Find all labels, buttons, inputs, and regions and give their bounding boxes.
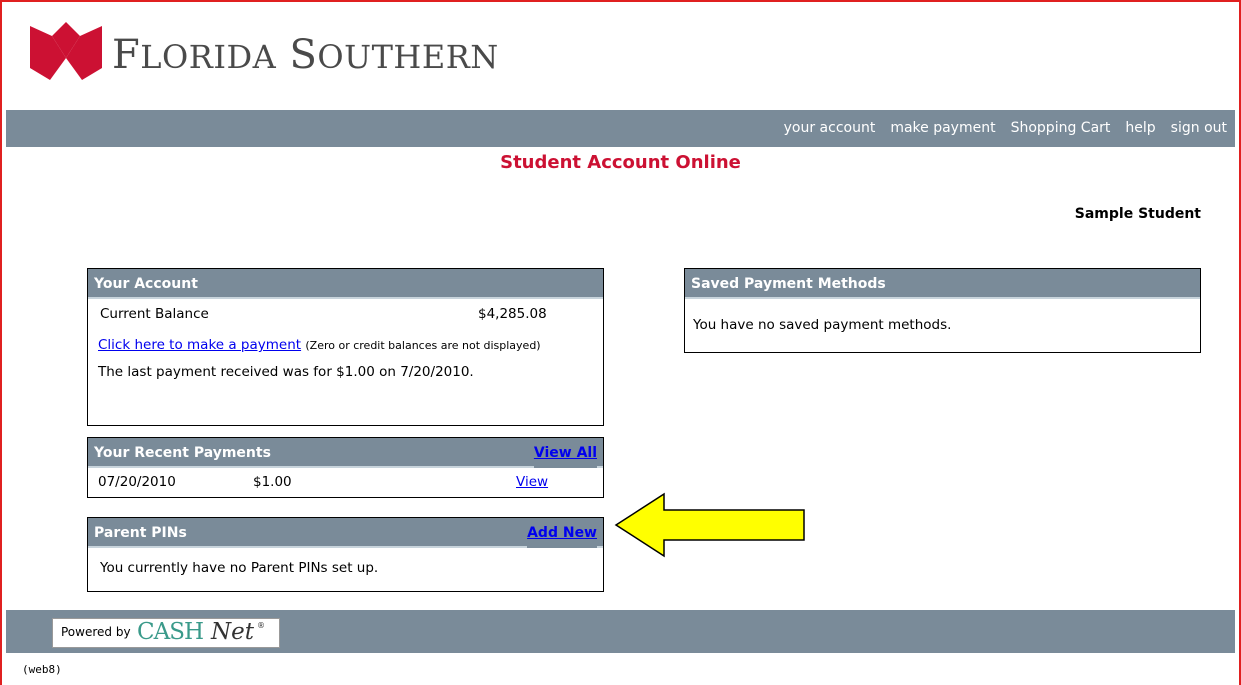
recent-payments-title: Your Recent Payments xyxy=(94,445,271,461)
wordmark-lorida: LORIDA xyxy=(140,38,277,76)
current-balance-row: Current Balance $4,285.08 xyxy=(88,299,603,329)
florida-southern-crest-icon xyxy=(30,22,102,80)
parent-pins-title: Parent PINs xyxy=(94,525,187,541)
frame-left-border xyxy=(0,0,2,685)
footer-bar: Powered by CASH Net ® xyxy=(6,610,1235,653)
cashnet-cash-logo: CASH xyxy=(137,619,204,645)
parent-pins-panel: Parent PINs Add New You currently have n… xyxy=(87,517,604,592)
page-title: Student Account Online xyxy=(500,152,741,173)
saved-payment-methods-header: Saved Payment Methods xyxy=(685,269,1200,299)
powered-by-label: Powered by xyxy=(61,625,131,639)
current-balance-value: $4,285.08 xyxy=(478,306,547,322)
no-saved-methods-text: You have no saved payment methods. xyxy=(693,317,952,333)
your-account-header: Your Account xyxy=(88,269,603,299)
frame-top-border xyxy=(0,0,1241,2)
zero-balance-note: (Zero or credit balances are not display… xyxy=(305,339,541,352)
recent-payments-header: Your Recent Payments View All xyxy=(88,438,603,468)
florida-southern-wordmark: FLORIDA SOUTHERN xyxy=(112,32,499,78)
nav-shopping-cart[interactable]: Shopping Cart xyxy=(1011,120,1111,136)
server-tag: (web8) xyxy=(22,663,62,676)
parent-pins-header: Parent PINs Add New xyxy=(88,518,603,548)
last-payment-text: The last payment received was for $1.00 … xyxy=(98,364,474,380)
make-payment-link[interactable]: Click here to make a payment xyxy=(98,337,301,353)
user-name: Sample Student xyxy=(1074,206,1201,222)
registered-mark: ® xyxy=(257,621,265,630)
current-balance-label: Current Balance xyxy=(100,306,209,322)
your-account-panel: Your Account Current Balance $4,285.08 C… xyxy=(87,268,604,426)
wordmark-s: S xyxy=(289,32,318,78)
wordmark-outhern: OUTHERN xyxy=(317,38,499,76)
top-nav-menu: your account make payment Shopping Cart … xyxy=(769,120,1227,136)
no-parent-pins-text: You currently have no Parent PINs set up… xyxy=(100,560,379,576)
saved-payment-methods-panel: Saved Payment Methods You have no saved … xyxy=(684,268,1201,353)
make-payment-row: Click here to make a payment (Zero or cr… xyxy=(88,329,603,358)
nav-sign-out[interactable]: sign out xyxy=(1171,120,1227,136)
nav-your-account[interactable]: your account xyxy=(784,120,876,136)
view-payment-link[interactable]: View xyxy=(516,468,548,496)
add-new-pin-link[interactable]: Add New xyxy=(527,518,597,548)
florida-southern-logo: FLORIDA SOUTHERN xyxy=(24,10,498,102)
payment-amount: $1.00 xyxy=(253,474,292,490)
cashnet-net-logo: Net xyxy=(211,619,254,645)
view-all-link[interactable]: View All xyxy=(533,438,597,468)
yellow-arrow-annotation-icon xyxy=(614,492,805,558)
wordmark-f: F xyxy=(112,32,141,78)
nav-help[interactable]: help xyxy=(1125,120,1155,136)
powered-by-cashnet-badge[interactable]: Powered by CASH Net ® xyxy=(52,618,280,648)
table-row: 07/20/2010 $1.00 View xyxy=(88,468,603,496)
nav-make-payment[interactable]: make payment xyxy=(890,120,995,136)
recent-payments-panel: Your Recent Payments View All 07/20/2010… xyxy=(87,437,604,498)
payment-date: 07/20/2010 xyxy=(98,474,176,490)
top-nav-bar: your account make payment Shopping Cart … xyxy=(6,110,1235,147)
